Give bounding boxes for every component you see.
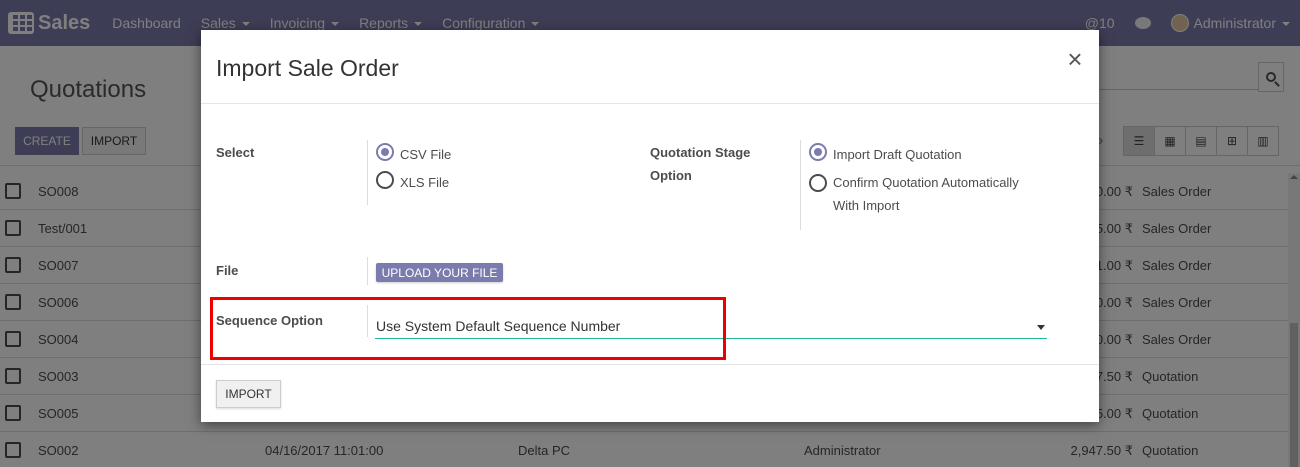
chevron-down-icon — [1037, 325, 1045, 330]
radio-xls-label: XLS File — [400, 175, 450, 190]
radio-xls[interactable]: XLS File — [376, 171, 449, 194]
radio-confirm-label: Confirm Quotation Automatically With Imp… — [833, 175, 1019, 213]
file-label: File — [216, 263, 239, 278]
radio-checked-icon — [376, 143, 394, 161]
dialog-header: Import Sale Order × — [201, 30, 1099, 104]
divider — [800, 140, 801, 230]
select-label: Select — [216, 145, 255, 160]
dialog-body: Select CSV File XLS File Quotation Stage… — [201, 105, 1099, 364]
radio-draft-label: Import Draft Quotation — [833, 147, 962, 162]
highlight-box — [210, 297, 726, 360]
radio-unchecked-icon — [376, 171, 394, 189]
radio-unchecked-icon — [809, 174, 827, 192]
dialog-footer: IMPORT — [201, 364, 1099, 422]
close-icon[interactable]: × — [1065, 46, 1085, 72]
radio-confirm-quotation[interactable]: Confirm Quotation Automatically With Imp… — [809, 171, 1019, 217]
radio-csv-label: CSV File — [400, 147, 452, 162]
radio-draft-quotation[interactable]: Import Draft Quotation — [809, 143, 962, 166]
import-submit-button[interactable]: IMPORT — [216, 380, 281, 408]
import-dialog: Import Sale Order × Select CSV File XLS … — [201, 30, 1099, 422]
divider — [367, 140, 368, 205]
radio-csv[interactable]: CSV File — [376, 143, 451, 166]
radio-checked-icon — [809, 143, 827, 161]
stage-label: Quotation Stage Option — [650, 145, 751, 183]
upload-file-button[interactable]: UPLOAD YOUR FILE — [376, 263, 503, 282]
divider — [367, 257, 368, 285]
dialog-title: Import Sale Order — [216, 55, 399, 81]
